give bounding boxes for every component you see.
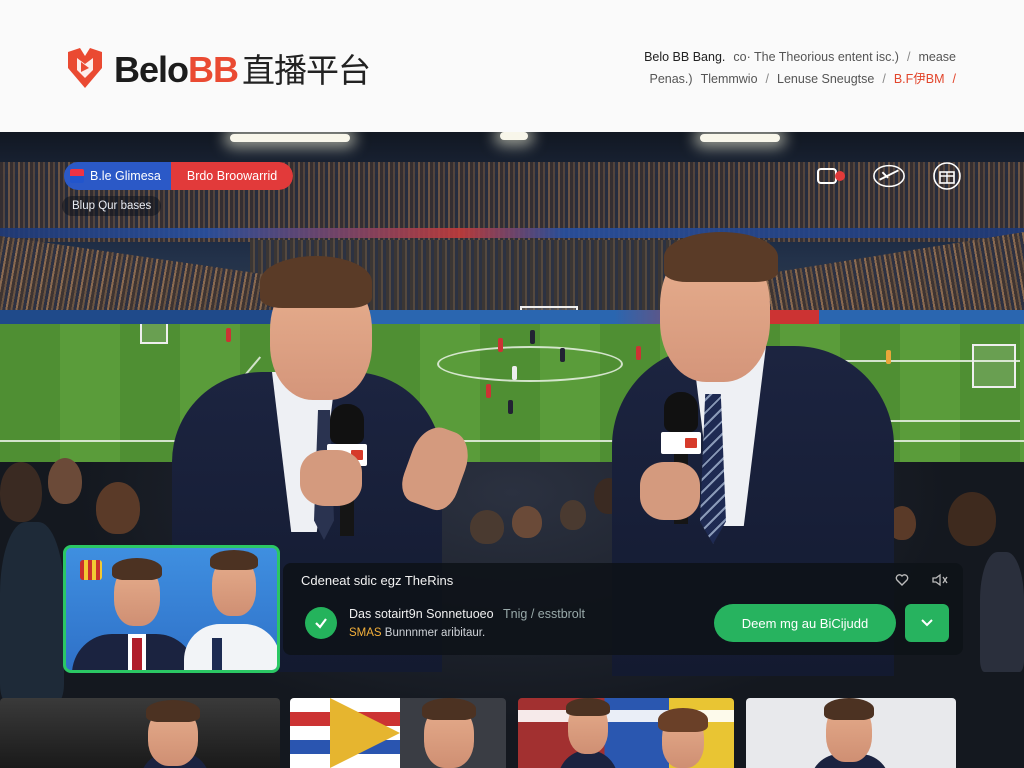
brand-name: Belo BB 直播平台 (114, 44, 371, 92)
spectator (0, 522, 64, 702)
nav-link-home[interactable]: Belo BB Bang. (644, 46, 725, 68)
spectator (980, 552, 1024, 672)
logo-mark-icon (64, 46, 106, 90)
top-navigation: Belo BB Bang. co· The Theorious entent i… (644, 46, 956, 90)
match-headline: Das sotairt9n Sonnetuoeo Tnig / esstbrol… (349, 607, 585, 621)
match-info-card: Cdeneat sdic egz TheRins Das sotairt9n S… (283, 563, 963, 655)
viewer-subtitle: Blup Qur bases (62, 196, 162, 216)
flag-icon (70, 169, 84, 183)
stadium-banner (0, 228, 1024, 238)
player (512, 366, 517, 380)
player (886, 350, 891, 364)
hand (300, 450, 362, 506)
player (508, 400, 513, 414)
site-header: Belo BB 直播平台 Belo BB Bang. co· The Theor… (0, 0, 1024, 132)
match-headline-meta: Tnig / esstbrolt (503, 607, 586, 621)
channel-thumbnail[interactable] (0, 698, 280, 768)
spectator (0, 462, 42, 522)
channel-thumbnail[interactable] (518, 698, 734, 768)
floodlight (230, 134, 350, 142)
live-badge-secondary-label: Brdo Broowarrid (186, 169, 278, 183)
hair (824, 698, 874, 720)
player (498, 338, 503, 352)
match-headline-text: Das sotairt9n Sonnetuoeo (349, 607, 494, 621)
player (486, 384, 491, 398)
mute-icon[interactable] (931, 573, 949, 590)
nav-link-bfbm[interactable]: B.F伊BM (894, 68, 945, 90)
chevron-down-icon (921, 619, 933, 627)
spectator (96, 482, 140, 534)
video-top-controls (814, 162, 964, 190)
hair (210, 550, 258, 570)
hair (146, 700, 200, 722)
spectator (560, 500, 586, 530)
nav-separator: / (952, 72, 956, 86)
nav-separator: / (765, 72, 770, 86)
floodlight (500, 132, 528, 140)
channel-thumbnail[interactable] (746, 698, 956, 768)
brand-name-part1: Belo (114, 49, 189, 90)
player (226, 328, 231, 342)
pitch-ad-board (0, 310, 1024, 324)
brand-name-part2: BB (188, 49, 239, 90)
hair (664, 232, 778, 282)
brand-logo[interactable]: Belo BB 直播平台 (64, 44, 371, 92)
nav-link-mease[interactable]: mease (918, 46, 956, 68)
floodlight (700, 134, 780, 142)
live-video-stage[interactable]: B.le Glimesa Brdo Broowarrid Blup Qur ba… (0, 132, 1024, 768)
live-badge[interactable]: B.le Glimesa Brdo Broowarrid (64, 162, 294, 190)
live-badge-secondary: Brdo Broowarrid (170, 162, 294, 190)
hair (260, 256, 372, 308)
brand-name-cn: 直播平台 (242, 52, 371, 89)
nav-separator: / (882, 72, 886, 86)
tie (132, 638, 142, 670)
heart-icon[interactable] (895, 573, 909, 590)
picture-in-picture[interactable] (63, 545, 280, 673)
hair (422, 698, 476, 720)
goal-right (972, 344, 1016, 388)
nav-link-lenuse[interactable]: Lenuse Sneugtse (777, 68, 874, 90)
watch-now-button[interactable]: Deem mg au BiCijudd (714, 604, 896, 642)
tie (212, 638, 222, 670)
no-whistle-icon[interactable] (872, 162, 906, 190)
player (530, 330, 535, 344)
match-subline-tag: SMAS (349, 627, 382, 639)
card-actions (895, 573, 949, 590)
nav-link-theorious[interactable]: co· The Theorious entent isc.) (733, 46, 899, 68)
gift-icon[interactable] (930, 162, 964, 190)
team-crest-icon (80, 560, 102, 580)
live-badge-primary: B.le Glimesa (64, 162, 171, 190)
spectator (470, 510, 504, 544)
match-subline-text: Bunnnmer aribitaur. (384, 627, 486, 639)
expand-button[interactable] (905, 604, 949, 642)
card-title: Cdeneat sdic egz TheRins (301, 573, 454, 588)
hair (658, 708, 708, 732)
hair (566, 698, 610, 716)
match-subline: SMAS Bunnnmer aribitaur. (349, 627, 485, 639)
spectator (948, 492, 996, 546)
center-circle (437, 346, 623, 382)
live-badge-primary-label: B.le Glimesa (90, 169, 161, 183)
hair (112, 558, 162, 580)
player (636, 346, 641, 360)
spectator (48, 458, 82, 504)
nav-separator: / (906, 50, 911, 64)
channel-thumbnail[interactable] (290, 698, 506, 768)
tv-record-icon[interactable] (814, 162, 848, 190)
nav-link-tlemmwio[interactable]: Tlemmwio (701, 68, 758, 90)
check-icon[interactable] (305, 607, 337, 639)
player (560, 348, 565, 362)
pip-person-right (184, 624, 277, 670)
hand (640, 462, 700, 520)
spectator (512, 506, 542, 538)
nav-link-penas[interactable]: Penas.) (649, 68, 692, 90)
